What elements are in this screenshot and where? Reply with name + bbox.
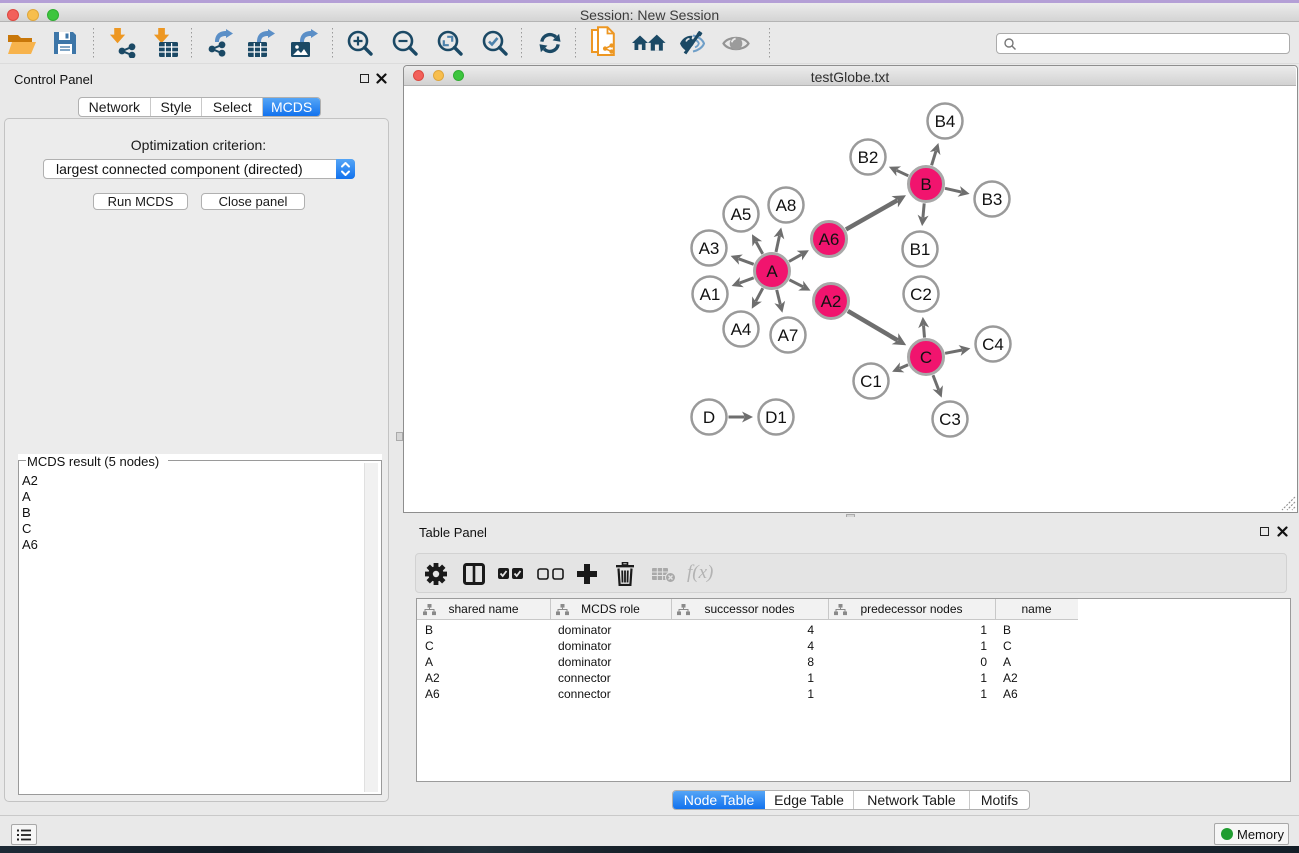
svg-text:C1: C1	[860, 372, 882, 391]
svg-text:C2: C2	[910, 285, 932, 304]
svg-text:A4: A4	[731, 320, 752, 339]
svg-text:A3: A3	[699, 239, 720, 258]
svg-text:C4: C4	[982, 335, 1004, 354]
svg-text:D1: D1	[765, 408, 787, 427]
svg-text:A: A	[766, 262, 778, 281]
svg-text:A8: A8	[776, 196, 797, 215]
svg-text:A5: A5	[731, 205, 752, 224]
svg-text:A7: A7	[778, 326, 799, 345]
svg-text:D: D	[703, 408, 715, 427]
svg-text:B1: B1	[910, 240, 931, 259]
svg-text:A6: A6	[819, 230, 840, 249]
svg-text:B3: B3	[982, 190, 1003, 209]
svg-text:C: C	[920, 348, 932, 367]
svg-text:B2: B2	[858, 148, 879, 167]
svg-text:C3: C3	[939, 410, 961, 429]
svg-text:B4: B4	[935, 112, 956, 131]
svg-text:A2: A2	[821, 292, 842, 311]
svg-text:A1: A1	[700, 285, 721, 304]
svg-text:B: B	[920, 175, 931, 194]
